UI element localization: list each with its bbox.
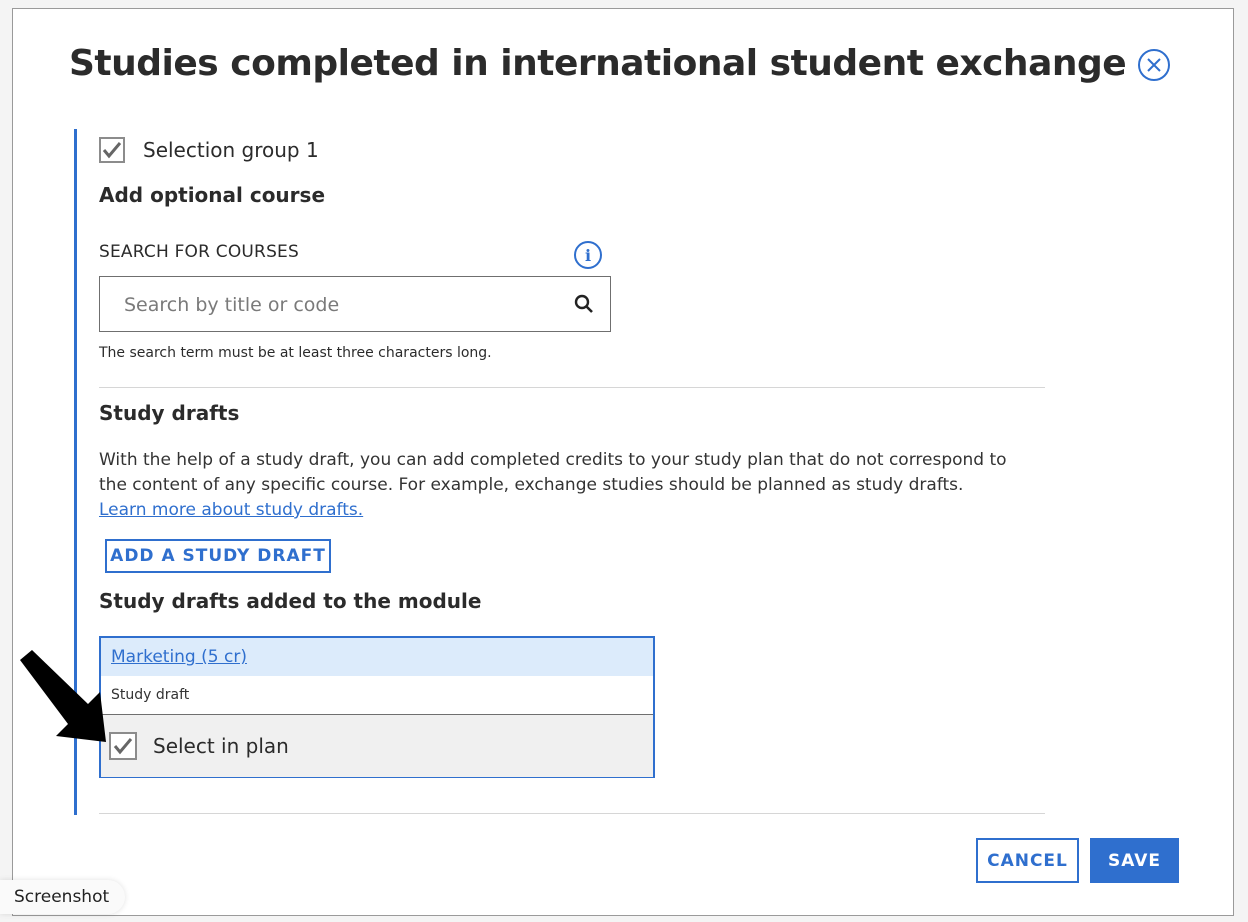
arrow-pointer-icon (20, 650, 106, 742)
selection-group-checkbox[interactable] (99, 137, 125, 163)
dialog-title: Studies completed in international stude… (69, 43, 1127, 84)
course-dialog: Studies completed in international stude… (12, 8, 1234, 916)
selection-group-row: Selection group 1 (99, 137, 319, 163)
study-draft-card: Marketing (5 cr) Study draft Select in p… (99, 636, 655, 778)
select-in-plan-row: Select in plan (101, 715, 653, 777)
close-button[interactable] (1138, 49, 1170, 81)
search-input[interactable] (122, 277, 566, 333)
close-icon (1147, 58, 1161, 72)
divider (99, 387, 1045, 388)
search-field (99, 276, 611, 333)
add-course-heading: Add optional course (99, 183, 326, 207)
draft-title-link[interactable]: Marketing (5 cr) (111, 647, 247, 667)
draft-card-header: Marketing (5 cr) (101, 638, 653, 676)
study-drafts-description: With the help of a study draft, you can … (99, 448, 1039, 523)
selection-group-label: Selection group 1 (143, 138, 319, 162)
search-hint: The search term must be at least three c… (99, 345, 492, 361)
study-drafts-heading: Study drafts (99, 401, 240, 425)
description-text: With the help of a study draft, you can … (99, 450, 1007, 495)
select-in-plan-label: Select in plan (153, 734, 289, 758)
added-drafts-heading: Study drafts added to the module (99, 589, 482, 613)
checkmark-icon (102, 142, 122, 159)
checkmark-icon (113, 738, 133, 755)
draft-type-label: Study draft (101, 676, 653, 715)
add-study-draft-button[interactable]: ADD A STUDY DRAFT (105, 539, 331, 573)
search-icon[interactable] (574, 294, 594, 314)
cancel-button[interactable]: CANCEL (976, 838, 1079, 883)
divider (99, 813, 1045, 814)
screenshot-tag: Screenshot (0, 880, 126, 914)
search-label: SEARCH FOR COURSES (99, 242, 299, 262)
learn-more-link[interactable]: Learn more about study drafts. (99, 500, 363, 520)
info-icon[interactable]: i (574, 241, 602, 269)
save-button[interactable]: SAVE (1090, 838, 1179, 883)
